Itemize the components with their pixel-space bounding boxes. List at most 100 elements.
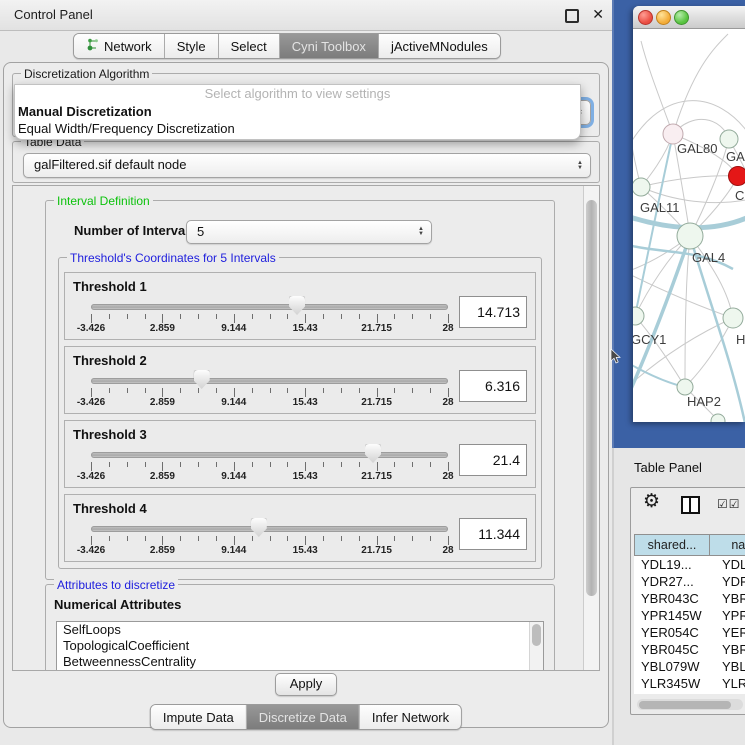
threshold-row-2: Threshold 2-3.4262.8599.14415.4321.71528… (64, 346, 536, 414)
table-cell: YBR043C (634, 590, 715, 607)
algorithm-option-equal-width-frequency-discretization[interactable]: Equal Width/Frequency Discretization (15, 120, 580, 137)
numerical-attributes-label: Numerical Attributes (54, 597, 181, 612)
threshold-value-field[interactable]: 21.4 (459, 444, 527, 476)
table-hscrollbar-thumb[interactable] (639, 701, 731, 709)
close-traffic-light-button[interactable] (638, 10, 653, 25)
threshold-slider-track[interactable] (91, 304, 448, 310)
table-cell: YBR043C (715, 590, 745, 607)
table-cell: YER054C (715, 624, 745, 641)
threshold-row-3: Threshold 3-3.4262.8599.14415.4321.71528… (64, 420, 536, 488)
table-row[interactable]: YBL079WYBL079W (634, 658, 745, 675)
combo-stepper-icon: ▲▼ (577, 161, 583, 171)
table-row[interactable]: YBR045CYBR045C (634, 641, 745, 658)
table-row[interactable]: YDL19...YDL19... (634, 556, 745, 573)
threshold-slider-thumb[interactable] (194, 370, 210, 389)
zoom-traffic-light-button[interactable] (674, 10, 689, 25)
attributes-scrollbar-thumb[interactable] (532, 624, 541, 646)
tab-impute-data[interactable]: Impute Data (151, 705, 247, 729)
algorithm-option-manual-discretization[interactable]: Manual Discretization (15, 103, 580, 120)
float-window-button[interactable] (565, 9, 579, 23)
tab-style[interactable]: Style (165, 34, 219, 58)
threshold-slider-thumb[interactable] (289, 296, 305, 315)
network-edge[interactable] (641, 41, 673, 134)
table-row[interactable]: YBR043CYBR043C (634, 590, 745, 607)
attributes-group: Attributes to discretize Numerical Attri… (45, 584, 555, 671)
window-title: Control Panel (14, 0, 93, 30)
settings-scrollbar-thumb[interactable] (586, 200, 597, 596)
network-node-green[interactable] (677, 223, 703, 249)
combo-stepper-icon: ▲▼ (418, 227, 424, 237)
attributes-group-title: Attributes to discretize (54, 578, 178, 592)
network-node-green[interactable] (633, 178, 650, 196)
threshold-slider-track[interactable] (91, 526, 448, 532)
threshold-slider-track[interactable] (91, 452, 448, 458)
table-horizontal-scrollbar[interactable] (637, 699, 743, 710)
tab-label: Network (104, 39, 152, 54)
minimize-traffic-light-button[interactable] (656, 10, 671, 25)
apply-button[interactable]: Apply (275, 673, 337, 696)
table-body: YDL19...YDL19...YDR27...YDR27...YBR043CY… (634, 556, 745, 694)
network-canvas[interactable]: GAL80GACGAL11GAL4GCY1HHAP2 (633, 29, 745, 422)
column-header-name[interactable]: name (710, 534, 745, 556)
number-of-intervals-value: 5 (197, 221, 204, 243)
table-row[interactable]: YDR27...YDR27... (634, 573, 745, 590)
split-pane-icon[interactable] (681, 496, 700, 514)
numerical-attributes-list[interactable]: SelfLoopsTopologicalCoefficientBetweenne… (56, 621, 544, 671)
table-cell: YLR345W (634, 675, 715, 692)
table-row[interactable]: YPR145WYPR145W (634, 607, 745, 624)
attributes-list-items: SelfLoopsTopologicalCoefficientBetweenne… (57, 622, 543, 670)
tab-label: Style (177, 39, 206, 54)
table-cell: YBL079W (634, 658, 715, 675)
select-columns-icon[interactable]: ☑☑ (717, 497, 741, 511)
tab-infer-network[interactable]: Infer Network (360, 705, 461, 729)
threshold-value-field[interactable]: 14.713 (459, 296, 527, 328)
table-row[interactable]: YLR345WYLR345W (634, 675, 745, 692)
threshold-slider-thumb[interactable] (251, 518, 267, 537)
attribute-item-selfloops[interactable]: SelfLoops (57, 622, 543, 638)
tab-network[interactable]: Network (74, 34, 165, 58)
network-node-green[interactable] (677, 379, 693, 395)
tab-cyni-toolbox[interactable]: Cyni Toolbox (280, 34, 379, 58)
cyni-bottom-tabs: Impute Data Discretize DataInfer Network (150, 704, 462, 730)
table-cell: YBR045C (634, 641, 715, 658)
control-panel-tabs: Network Style Select Cyni Toolbox jActiveMNo… (73, 33, 501, 59)
node-label: GCY1 (633, 332, 666, 347)
tab-jactivemnodules[interactable]: jActiveMNodules (379, 34, 500, 58)
tab-discretize-data[interactable]: Discretize Data (247, 705, 360, 729)
table-row[interactable]: YER054CYER054C (634, 624, 745, 641)
gear-icon[interactable]: ⚙ (643, 490, 660, 513)
table-panel-title: Table Panel (634, 460, 702, 475)
settings-vertical-scrollbar[interactable] (583, 186, 599, 670)
tab-label: Cyni Toolbox (292, 39, 366, 54)
table-cell: YER054C (634, 624, 715, 641)
threshold-value-field[interactable]: 11.344 (459, 518, 527, 550)
table-data-combobox[interactable]: galFiltered.sif default node ▲▼ (23, 153, 591, 178)
threshold-slider-thumb[interactable] (365, 444, 381, 463)
interval-definition-group: Interval Definition Number of Intervals … (45, 200, 555, 580)
attribute-item-topologicalcoefficient[interactable]: TopologicalCoefficient (57, 638, 543, 654)
close-window-button[interactable]: ✕ (592, 0, 604, 29)
network-node-green[interactable] (633, 307, 644, 325)
network-edge[interactable] (635, 316, 685, 387)
table-cell: YIL052C (634, 692, 715, 694)
network-node-green[interactable] (720, 130, 738, 148)
column-header-shared[interactable]: shared... (634, 534, 710, 556)
threshold-value-field[interactable]: 6.316 (459, 370, 527, 402)
discretization-algorithm-group-title: Discretization Algorithm (21, 67, 152, 81)
node-label: H (736, 332, 745, 347)
number-of-intervals-combobox[interactable]: 5 ▲▼ (186, 220, 432, 244)
tab-label: Impute Data (163, 710, 234, 725)
attributes-list-scrollbar[interactable] (529, 622, 543, 671)
table-row[interactable]: YIL052CYIL052C (634, 692, 745, 694)
network-node-green[interactable] (723, 308, 743, 328)
table-cell: YPR145W (715, 607, 745, 624)
network-node-red[interactable] (729, 167, 745, 186)
tab-select[interactable]: Select (219, 34, 280, 58)
node-label: HAP2 (687, 394, 721, 409)
mouse-cursor (610, 349, 621, 364)
attribute-item-betweennesscentrality[interactable]: BetweennessCentrality (57, 654, 543, 670)
network-edge[interactable] (641, 176, 738, 187)
threshold-slider-track[interactable] (91, 378, 448, 384)
network-edge[interactable] (685, 236, 690, 387)
tab-label: Select (231, 39, 267, 54)
